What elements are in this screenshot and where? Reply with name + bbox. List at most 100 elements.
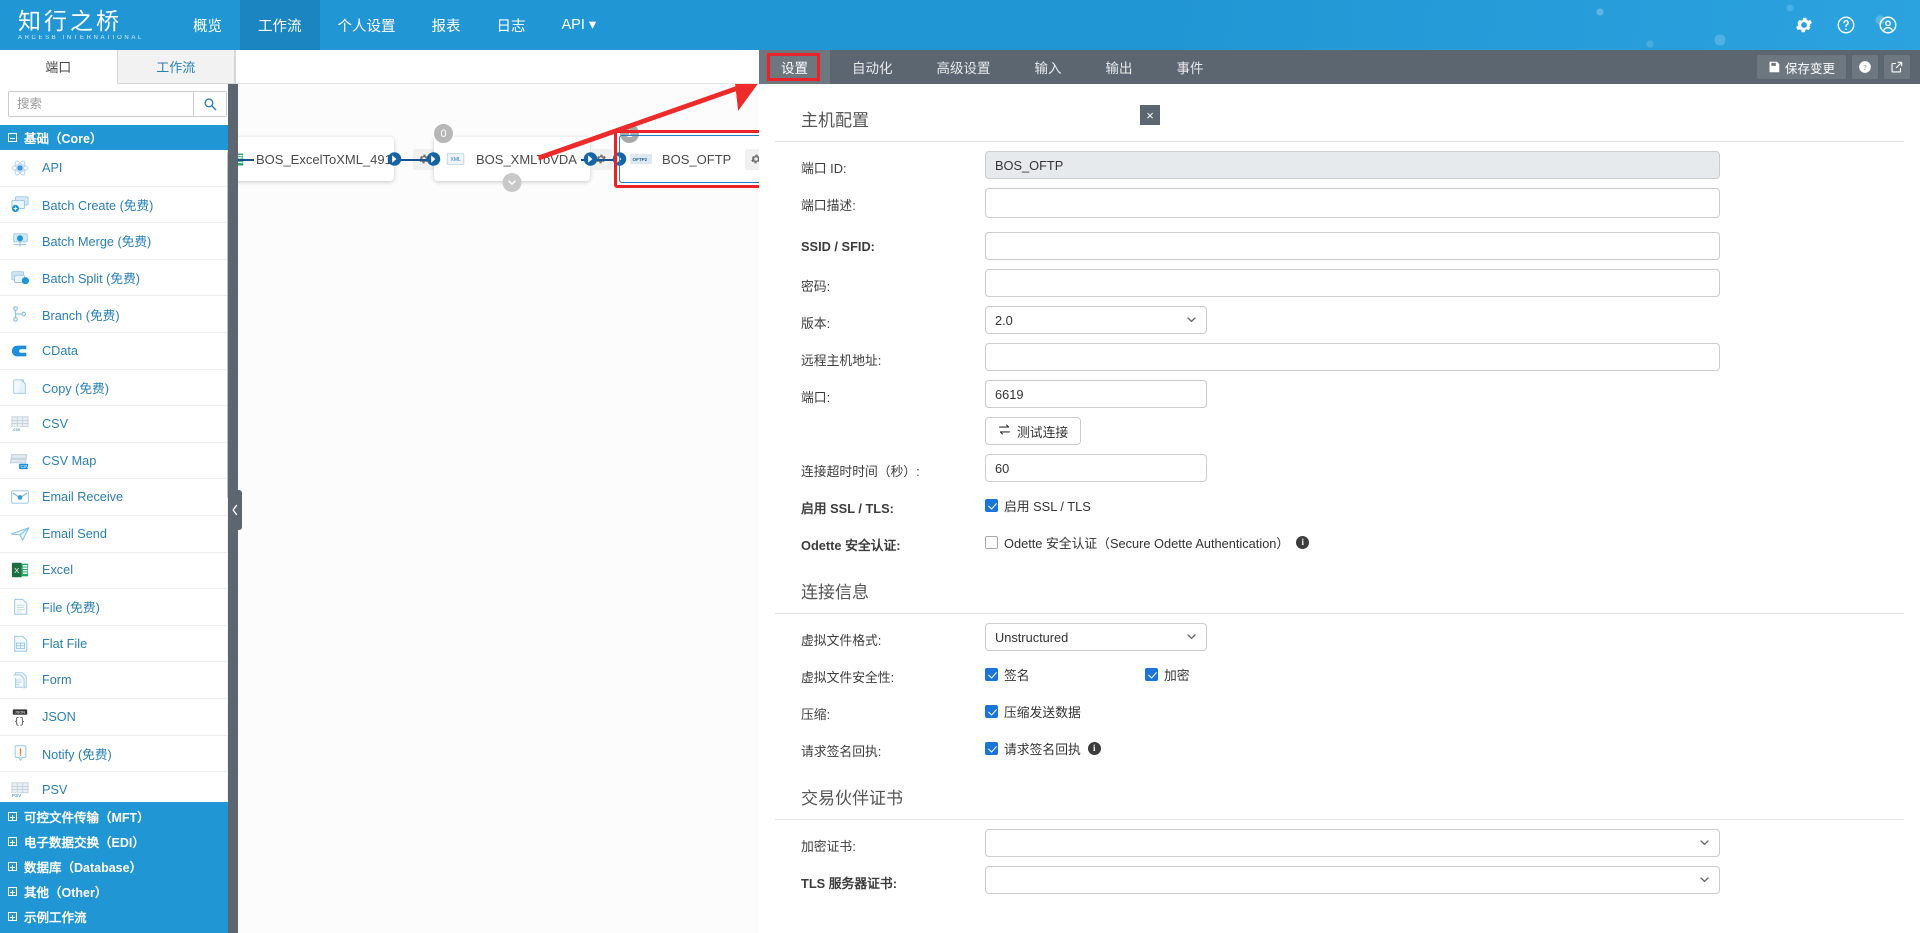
- svg-text:PSV: PSV: [12, 793, 22, 798]
- field-checkbox-line[interactable]: 签名: [985, 660, 1145, 688]
- close-icon[interactable]: ×: [1140, 105, 1160, 125]
- sidebar-tab-ports[interactable]: 端口: [0, 50, 118, 84]
- field-checkbox-line[interactable]: 启用 SSL / TLS: [985, 491, 1720, 519]
- nav-item-workflow[interactable]: 工作流: [240, 0, 320, 50]
- info-icon[interactable]: i: [1087, 741, 1101, 755]
- nav-item-api[interactable]: API ▾: [544, 0, 615, 50]
- batch-merge-icon: [8, 230, 32, 252]
- sidebar-category-core[interactable]: 基础（Core）: [0, 125, 235, 150]
- nav-item-reports[interactable]: 报表: [414, 0, 479, 50]
- field-textarea[interactable]: [985, 188, 1720, 218]
- user-icon[interactable]: [1878, 15, 1898, 35]
- workflow-node[interactable]: 0 XML BOS_XMLToVDA: [426, 123, 612, 192]
- form-row: 远程主机地址:: [775, 334, 1920, 371]
- field-checkbox-line[interactable]: 请求签名回执 i: [985, 734, 1720, 762]
- field-label: 端口:: [801, 390, 831, 405]
- settings-form[interactable]: 主机配置端口 ID: 端口描述: SSID / SFID: 密码: 版本: 2.0 远程主机…: [759, 84, 1920, 933]
- node-input-port[interactable]: [426, 152, 441, 167]
- sidebar-connector-item[interactable]: API: [0, 150, 235, 187]
- popout-icon[interactable]: [1884, 55, 1910, 79]
- sidebar-connector-item[interactable]: X Excel: [0, 553, 235, 590]
- tab-output[interactable]: 输出: [1084, 50, 1155, 84]
- workflow-node[interactable]: 0 X BOS_ExcelToXML_4913: [236, 137, 435, 181]
- save-changes-button[interactable]: 保存变更: [1756, 55, 1846, 79]
- field-input[interactable]: [985, 454, 1207, 482]
- section-title: 连接信息: [775, 556, 1904, 614]
- checkbox[interactable]: [985, 704, 998, 718]
- nav-item-overview[interactable]: 概览: [175, 0, 240, 50]
- field-select[interactable]: [985, 866, 1720, 894]
- checkbox[interactable]: [985, 741, 998, 755]
- sidebar-category-item[interactable]: 电子数据交换（EDI）: [0, 829, 235, 854]
- nav-item-logs[interactable]: 日志: [479, 0, 544, 50]
- search-input[interactable]: [8, 91, 193, 117]
- sidebar-connector-label: Batch Create (免费): [42, 198, 154, 213]
- search-button[interactable]: [193, 91, 227, 117]
- sidebar-connector-item[interactable]: Batch Create (免费): [0, 187, 235, 224]
- sidebar-collapse-handle[interactable]: [228, 490, 242, 530]
- field-input[interactable]: [985, 269, 1720, 297]
- sidebar-connector-item[interactable]: Flat File: [0, 626, 235, 663]
- sidebar-connector-item[interactable]: .csv CSV: [0, 406, 235, 443]
- info-icon[interactable]: i: [1296, 535, 1310, 549]
- field-select[interactable]: [985, 829, 1720, 857]
- checkbox[interactable]: [985, 535, 998, 549]
- sidebar-connector-item[interactable]: Notify (免费): [0, 736, 235, 773]
- sidebar-connector-item[interactable]: Email Receive: [0, 479, 235, 516]
- workflow-node-selected[interactable]: 1 OFTP2 BOS_OFTP: [612, 123, 759, 181]
- sidebar-category-group: 可控文件传输（MFT） 电子数据交换（EDI） 数据库（Database） 其他（Ot…: [0, 802, 235, 933]
- help-icon[interactable]: [1836, 15, 1856, 35]
- field-input[interactable]: [985, 380, 1207, 408]
- sidebar-category-item[interactable]: 示例工作流: [0, 904, 235, 929]
- field-control: [985, 232, 1920, 260]
- batch-create-icon: [8, 193, 32, 215]
- sidebar-connector-item[interactable]: Copy (免费): [0, 370, 235, 407]
- gear-icon[interactable]: [1794, 15, 1814, 35]
- node-settings-icon[interactable]: [745, 148, 759, 170]
- node-output-port[interactable]: [387, 152, 402, 167]
- tab-events[interactable]: 事件: [1155, 50, 1226, 84]
- field-checkbox-line[interactable]: 加密: [1145, 660, 1305, 688]
- app-logo[interactable]: 知行之桥 ARCESB INTERNATIONAL: [0, 0, 175, 50]
- chevron-down-icon[interactable]: [502, 173, 522, 192]
- sidebar-connector-item[interactable]: File (免费): [0, 589, 235, 626]
- tab-advanced-settings[interactable]: 高级设置: [915, 50, 1013, 84]
- sidebar-connector-item[interactable]: Batch Split (免费): [0, 260, 235, 297]
- sidebar-category-item[interactable]: 数据库（Database）: [0, 854, 235, 879]
- sidebar-tab-workflows[interactable]: 工作流: [118, 50, 235, 83]
- notify-icon: [8, 742, 32, 764]
- field-select[interactable]: 2.0: [985, 306, 1207, 334]
- field-select[interactable]: Unstructured: [985, 623, 1207, 651]
- sidebar-connector-item[interactable]: JSON {} JSON: [0, 699, 235, 736]
- field-checkbox-line[interactable]: 压缩发送数据: [985, 697, 1720, 725]
- sidebar-connector-item[interactable]: Form: [0, 662, 235, 699]
- oftp-icon: OFTP2: [630, 148, 652, 170]
- workflow-canvas[interactable]: 0 X BOS_ExcelToXML_4913 0 XML BOS_XMLToV…: [236, 84, 759, 933]
- sidebar-connector-item[interactable]: Branch (免费): [0, 296, 235, 333]
- sidebar-category-item[interactable]: 可控文件传输（MFT）: [0, 804, 235, 829]
- field-input[interactable]: [985, 151, 1720, 179]
- sidebar-connector-item[interactable]: Batch Merge (免费): [0, 223, 235, 260]
- checkbox[interactable]: [1145, 667, 1158, 681]
- field-control: [985, 343, 1920, 371]
- tab-input[interactable]: 输入: [1013, 50, 1084, 84]
- node-output-port[interactable]: [583, 152, 598, 167]
- node-input-port[interactable]: [612, 152, 627, 167]
- sidebar-connector-item[interactable]: Email Send: [0, 516, 235, 553]
- field-input[interactable]: [985, 343, 1720, 371]
- sidebar-connector-item[interactable]: PSV PSV: [0, 772, 235, 802]
- connector-list[interactable]: API Batch Create (免费) Batch Merge (免费) Batc…: [0, 150, 235, 802]
- nav-item-personal-settings[interactable]: 个人设置: [320, 0, 414, 50]
- checkbox[interactable]: [985, 667, 998, 681]
- help-circle-icon[interactable]: ?: [1852, 55, 1878, 79]
- test-connection-button[interactable]: 测试连接: [985, 417, 1082, 445]
- field-input[interactable]: [985, 232, 1720, 260]
- chevron-down-icon: [1186, 313, 1197, 328]
- field-checkbox-line[interactable]: Odette 安全认证（Secure Odette Authentication…: [985, 528, 1720, 556]
- sidebar-category-item[interactable]: 其他（Other）: [0, 879, 235, 904]
- sidebar-connector-item[interactable]: CData: [0, 333, 235, 370]
- tab-automation[interactable]: 自动化: [830, 50, 915, 84]
- save-icon: [1769, 61, 1780, 73]
- sidebar-connector-item[interactable]: CSV CSV Map: [0, 443, 235, 480]
- checkbox[interactable]: [985, 498, 998, 512]
